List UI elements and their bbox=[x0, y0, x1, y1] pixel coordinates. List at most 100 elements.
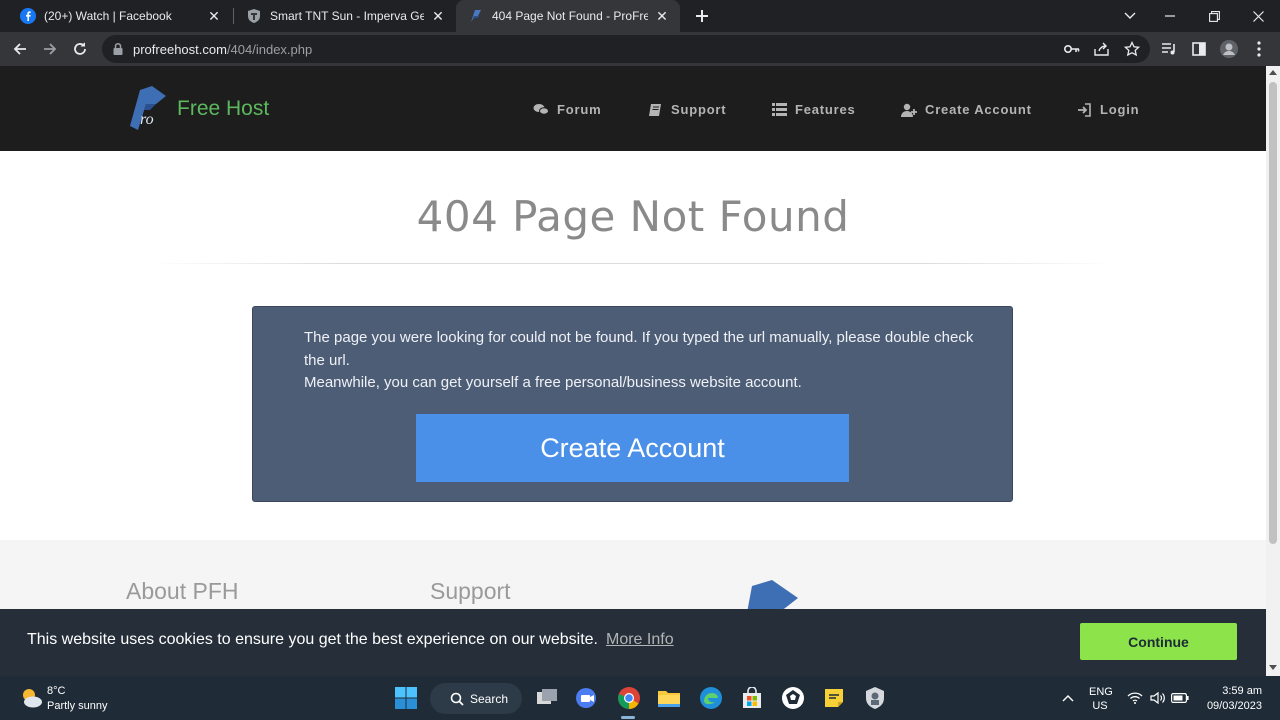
taskbar-search-label: Search bbox=[470, 691, 509, 706]
tnt-shield-icon bbox=[246, 8, 262, 24]
arrow-right-icon bbox=[44, 43, 57, 55]
close-icon[interactable]: ✕ bbox=[206, 8, 222, 24]
menu-button[interactable] bbox=[1245, 35, 1273, 63]
profile-button[interactable] bbox=[1215, 35, 1243, 63]
nav-login[interactable]: Login bbox=[1076, 102, 1139, 117]
cookie-message: This website uses cookies to ensure you … bbox=[27, 631, 598, 648]
more-info-link[interactable]: More Info bbox=[606, 631, 674, 648]
system-clock[interactable]: 3:59 am 09/03/2023 bbox=[1196, 684, 1262, 714]
user-add-icon bbox=[901, 103, 917, 117]
tab-search-button[interactable] bbox=[1108, 0, 1152, 32]
weather-widget[interactable]: 8°C Partly sunny bbox=[47, 684, 108, 714]
app-shield-icon[interactable] bbox=[780, 685, 806, 711]
profreehost-logo-icon: ro bbox=[130, 86, 166, 130]
kebab-menu-icon bbox=[1257, 41, 1261, 57]
address-bar[interactable]: profreehost.com/404/index.php bbox=[102, 35, 1150, 63]
back-button[interactable] bbox=[6, 35, 34, 63]
tab-title: 404 Page Not Found - ProFreeHo bbox=[492, 9, 648, 23]
share-icon[interactable] bbox=[1094, 41, 1110, 57]
close-window-button[interactable] bbox=[1236, 0, 1280, 32]
url-path: /404/index.php bbox=[226, 42, 313, 57]
signup-prompt: Meanwhile, you can get yourself a free p… bbox=[304, 374, 802, 391]
task-view-icon[interactable] bbox=[534, 685, 560, 711]
sign-in-icon bbox=[1076, 102, 1092, 117]
windows-logo-icon bbox=[395, 687, 417, 709]
volume-icon[interactable] bbox=[1149, 684, 1167, 712]
page-title: 404 Page Not Found bbox=[416, 192, 850, 241]
chrome-icon[interactable] bbox=[616, 685, 642, 711]
new-tab-button[interactable] bbox=[690, 4, 714, 28]
page-viewport: ro Free Host Forum Support Features Crea… bbox=[0, 66, 1266, 676]
tab-404[interactable]: 404 Page Not Found - ProFreeHo ✕ bbox=[456, 0, 680, 32]
nav-login-label: Login bbox=[1100, 102, 1140, 117]
create-account-button[interactable]: Create Account bbox=[416, 414, 849, 482]
active-app-indicator bbox=[621, 716, 635, 719]
url-domain: profreehost.com bbox=[133, 42, 227, 57]
key-icon[interactable] bbox=[1064, 41, 1080, 57]
playlist-icon bbox=[1162, 43, 1175, 55]
url-text: profreehost.com/404/index.php bbox=[133, 42, 312, 57]
media-controls-button[interactable] bbox=[1155, 35, 1183, 63]
tray-overflow-chevron-icon[interactable] bbox=[1060, 684, 1076, 712]
scroll-down-arrow-icon[interactable] bbox=[1269, 665, 1277, 670]
browser-toolbar: profreehost.com/404/index.php bbox=[0, 32, 1280, 66]
sticky-notes-icon[interactable] bbox=[821, 685, 847, 711]
nav-create-account-label: Create Account bbox=[925, 102, 1032, 117]
battery-icon[interactable] bbox=[1171, 684, 1189, 712]
wifi-icon[interactable] bbox=[1126, 684, 1144, 712]
chevron-down-icon bbox=[1124, 12, 1136, 19]
weather-icon[interactable] bbox=[18, 685, 44, 711]
clock-time: 3:59 am bbox=[1222, 685, 1262, 697]
nav-features[interactable]: Features bbox=[771, 102, 856, 117]
tab-facebook[interactable]: (20+) Watch | Facebook ✕ bbox=[8, 0, 232, 32]
book-icon bbox=[647, 103, 663, 117]
avatar-icon bbox=[1220, 40, 1238, 58]
close-icon bbox=[1252, 10, 1264, 22]
lang-code: ENG bbox=[1089, 686, 1113, 698]
continue-button[interactable]: Continue bbox=[1080, 623, 1237, 660]
site-header: ro Free Host Forum Support Features Crea… bbox=[0, 66, 1266, 151]
site-brand[interactable]: Free Host bbox=[177, 97, 269, 121]
restore-button[interactable] bbox=[1192, 0, 1236, 32]
error-message-box: The page you were looking for could not … bbox=[252, 306, 1013, 502]
side-panel-icon bbox=[1192, 42, 1206, 56]
chat-bubbles-icon bbox=[533, 103, 549, 117]
minimize-icon bbox=[1165, 15, 1175, 17]
nav-forum[interactable]: Forum bbox=[533, 102, 601, 117]
meet-icon[interactable] bbox=[574, 685, 600, 711]
store-icon[interactable] bbox=[739, 685, 765, 711]
vpn-app-icon[interactable] bbox=[862, 685, 888, 711]
nav-create-account[interactable]: Create Account bbox=[901, 102, 1032, 117]
title-divider bbox=[150, 263, 1116, 264]
weather-temp: 8°C bbox=[47, 685, 66, 697]
page-scrollbar[interactable] bbox=[1266, 66, 1280, 676]
windows-taskbar: 8°C Partly sunny Search ENG US 3:59 am 0… bbox=[0, 676, 1280, 720]
nav-features-label: Features bbox=[795, 102, 856, 117]
taskbar-search[interactable]: Search bbox=[430, 683, 522, 714]
tab-title: Smart TNT Sun - Imperva Gen 2 - bbox=[270, 9, 424, 23]
file-explorer-icon[interactable] bbox=[656, 685, 682, 711]
close-icon[interactable]: ✕ bbox=[654, 8, 670, 24]
reload-button[interactable] bbox=[66, 35, 94, 63]
start-button[interactable] bbox=[393, 685, 419, 711]
side-panel-button[interactable] bbox=[1185, 35, 1213, 63]
cookie-message-row: This website uses cookies to ensure you … bbox=[27, 631, 674, 649]
footer-about-heading: About PFH bbox=[126, 578, 239, 604]
profreehost-icon bbox=[468, 8, 484, 24]
nav-forum-label: Forum bbox=[557, 102, 602, 117]
minimize-button[interactable] bbox=[1148, 0, 1192, 32]
lock-icon[interactable] bbox=[112, 42, 124, 61]
tab-imperva[interactable]: Smart TNT Sun - Imperva Gen 2 - ✕ bbox=[234, 0, 456, 32]
nav-support[interactable]: Support bbox=[647, 102, 726, 117]
language-indicator[interactable]: ENG US bbox=[1089, 685, 1113, 713]
scroll-up-arrow-icon[interactable] bbox=[1269, 70, 1277, 75]
cookie-consent-bar: This website uses cookies to ensure you … bbox=[0, 609, 1266, 676]
scrollbar-thumb[interactable] bbox=[1269, 82, 1277, 544]
close-icon[interactable]: ✕ bbox=[430, 8, 446, 24]
site-logo[interactable]: ro bbox=[126, 84, 168, 132]
edge-icon[interactable] bbox=[698, 685, 724, 711]
reload-icon bbox=[74, 42, 86, 55]
bookmark-star-icon[interactable] bbox=[1124, 41, 1140, 57]
forward-button[interactable] bbox=[36, 35, 64, 63]
browser-tab-strip: (20+) Watch | Facebook ✕ Smart TNT Sun -… bbox=[0, 0, 1280, 32]
